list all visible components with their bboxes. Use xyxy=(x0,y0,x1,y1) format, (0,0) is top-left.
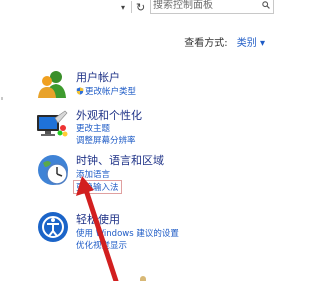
address-toolbar: ▾ ↻ xyxy=(0,0,275,16)
category-title-ease-of-access[interactable]: 轻松使用 xyxy=(76,211,120,227)
category-title-user-accounts[interactable]: 用户帐户 xyxy=(76,69,120,85)
search-input[interactable] xyxy=(151,0,261,12)
category-title-clock-language-region[interactable]: 时钟、语言和区域 xyxy=(76,152,164,168)
link-label: 更改帐户类型 xyxy=(85,87,137,97)
search-icon[interactable] xyxy=(262,1,270,9)
address-dropdown-button[interactable]: ▾ xyxy=(116,0,130,14)
link-change-theme[interactable]: 更改主题 xyxy=(76,122,110,134)
toolbar-separator xyxy=(131,1,132,13)
user-accounts-icon[interactable] xyxy=(36,68,68,100)
view-by-dropdown[interactable]: 类别 ▾ xyxy=(237,38,265,49)
view-by-control: 查看方式: 类别 ▾ xyxy=(184,34,265,49)
refresh-button[interactable]: ↻ xyxy=(136,0,148,14)
shield-icon xyxy=(76,87,84,95)
view-by-label: 查看方式: xyxy=(184,38,228,49)
appearance-icon[interactable] xyxy=(36,108,68,140)
link-optimize-visual-display[interactable]: 优化视觉显示 xyxy=(76,239,127,251)
link-change-account-type[interactable]: 更改帐户类型 xyxy=(76,85,136,97)
clock-language-region-icon[interactable] xyxy=(36,153,70,187)
pane-edge-mark xyxy=(1,97,3,100)
link-use-recommended-settings[interactable]: 使用 Windows 建议的设置 xyxy=(76,227,179,239)
category-title-appearance[interactable]: 外观和个性化 xyxy=(76,107,142,123)
link-change-input-method[interactable]: 更换输入法 xyxy=(73,180,122,194)
search-box[interactable] xyxy=(150,0,274,14)
decorative-mark xyxy=(140,276,146,281)
link-adjust-resolution[interactable]: 调整屏幕分辨率 xyxy=(76,134,136,146)
link-add-language[interactable]: 添加语言 xyxy=(76,168,110,180)
ease-of-access-icon[interactable] xyxy=(36,210,70,244)
